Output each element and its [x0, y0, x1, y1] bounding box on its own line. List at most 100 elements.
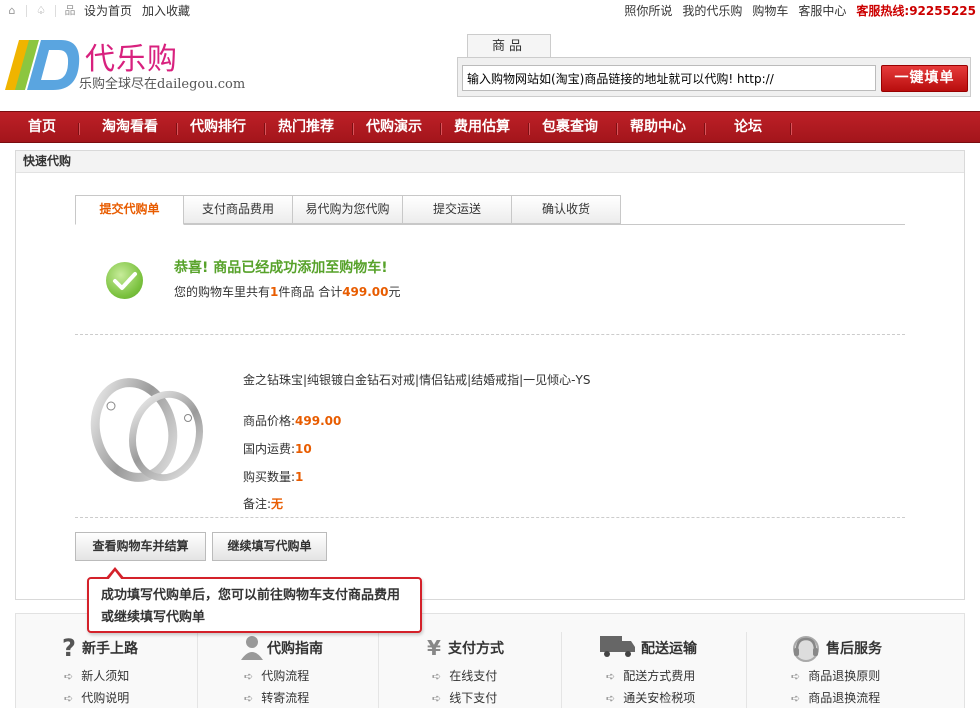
help-col-payment: ¥ 支付方式 在线支付 线下支付 — [424, 614, 604, 708]
nav-item-home[interactable]: 首页 — [28, 112, 56, 144]
divider — [197, 632, 198, 708]
divider — [75, 334, 905, 335]
search-panel: 一键填单 — [457, 57, 971, 97]
nav-item-demo[interactable]: 代购演示 — [366, 112, 422, 144]
nav-divider — [528, 123, 530, 135]
favorite-icon[interactable]: ♤ — [35, 4, 47, 17]
headset-icon — [791, 634, 821, 662]
truck-icon — [600, 634, 636, 657]
top-link-my-account[interactable]: 我的代乐购 — [682, 2, 742, 19]
help-title: 支付方式 — [448, 641, 504, 657]
help-col-aftersale: 售后服务 商品退换原则 商品退换流程 — [791, 614, 971, 708]
nav-item-ranking[interactable]: 代购排行 — [190, 112, 246, 144]
nav-divider — [616, 123, 618, 135]
yen-icon: ¥ — [424, 634, 446, 660]
step-submit-shipping[interactable]: 提交运送 — [402, 195, 512, 224]
tooltip-text: 成功填写代购单后，您可以前往购物车支付商品费用或继续填写代购单 — [101, 588, 401, 625]
add-favorite-link[interactable]: 加入收藏 — [142, 2, 190, 19]
logo-slogan: 乐购全球尽在dailegou.com — [79, 77, 246, 92]
search-box: 商品 一键填单 — [457, 34, 971, 98]
help-link[interactable]: 配送方式费用 — [606, 667, 695, 684]
divider — [26, 4, 27, 17]
top-link-service[interactable]: 客服中心 — [798, 2, 846, 19]
nav-divider — [352, 123, 354, 135]
product-price-row: 商品价格:499.00 — [243, 412, 341, 429]
help-title: 配送运输 — [641, 641, 697, 657]
step-agent-purchase[interactable]: 易代购为您代购 — [292, 195, 403, 224]
hotline-label: 客服热线: — [856, 4, 910, 18]
help-link[interactable]: 通关安检税项 — [606, 689, 695, 706]
nav-divider — [440, 123, 442, 135]
divider — [746, 632, 747, 708]
product-note-row: 备注:无 — [243, 495, 283, 512]
nav-item-help[interactable]: 帮助中心 — [630, 112, 686, 144]
nav-divider — [176, 123, 178, 135]
help-link[interactable]: 新人须知 — [64, 667, 129, 684]
note-label: 备注: — [243, 497, 272, 511]
question-icon: ? — [60, 634, 82, 662]
shipping-value: 10 — [295, 442, 312, 456]
qty-label: 购买数量: — [243, 470, 296, 484]
shipping-label: 国内运费: — [243, 442, 296, 456]
hotline: 客服热线:92255225 — [856, 2, 976, 19]
step-pay-goods[interactable]: 支付商品费用 — [183, 195, 293, 224]
step-confirm-receipt[interactable]: 确认收货 — [511, 195, 621, 224]
divider — [55, 4, 56, 17]
search-tab-goods[interactable]: 商品 — [467, 34, 551, 58]
help-title: 售后服务 — [826, 641, 882, 657]
help-link[interactable]: 线下支付 — [432, 689, 497, 706]
nav-divider — [704, 123, 706, 135]
nav-item-track[interactable]: 包裹查询 — [542, 112, 598, 144]
product-qty-row: 购买数量:1 — [243, 468, 303, 485]
top-link-shuo[interactable]: 照你所说 — [624, 2, 672, 19]
nav-divider — [790, 123, 792, 135]
help-col-shipping: 配送运输 配送方式费用 通关安检税项 — [600, 614, 780, 708]
nav-divider — [264, 123, 266, 135]
price-label: 商品价格: — [243, 414, 296, 428]
main-nav: 首页 淘淘看看 代购排行 热门推荐 代购演示 费用估算 包裹查询 帮助中心 论坛 — [0, 111, 980, 143]
logo-mark-icon — [5, 40, 80, 90]
help-link[interactable]: 代购流程 — [244, 667, 309, 684]
help-link[interactable]: 在线支付 — [432, 667, 497, 684]
nav-divider — [78, 123, 80, 135]
help-link[interactable]: 商品退换流程 — [791, 689, 880, 706]
qty-value: 1 — [295, 470, 304, 484]
help-title: 新手上路 — [82, 641, 138, 657]
nav-item-estimate[interactable]: 费用估算 — [454, 112, 510, 144]
one-click-order-button[interactable]: 一键填单 — [881, 65, 968, 92]
logo-brand: 代乐购 — [85, 42, 178, 77]
success-title: 恭喜! 商品已经成功添加至购物车! — [174, 260, 388, 276]
nav-item-forum[interactable]: 论坛 — [734, 112, 762, 144]
cart-summary-suffix: 元 — [388, 285, 401, 299]
nav-item-hot[interactable]: 热门推荐 — [278, 112, 334, 144]
product-name[interactable]: 金之钻珠宝|纯银镀白金钻石对戒|情侣钻戒|结婚戒指|一见倾心-YS — [243, 371, 590, 388]
sitemap-icon: 品 — [64, 3, 76, 17]
view-cart-checkout-button[interactable]: 查看购物车并结算 — [75, 532, 206, 561]
price-value: 499.00 — [295, 414, 342, 428]
url-input[interactable] — [462, 65, 876, 91]
home-icon[interactable]: ⌂ — [6, 4, 18, 17]
cart-summary-middle: 件商品 合计 — [278, 285, 343, 299]
set-homepage-link[interactable]: 设为首页 — [84, 2, 132, 19]
nav-item-browse[interactable]: 淘淘看看 — [102, 112, 158, 144]
divider — [75, 517, 905, 518]
note-value: 无 — [271, 497, 284, 511]
top-link-cart[interactable]: 购物车 — [752, 2, 788, 19]
help-link[interactable]: 转寄流程 — [244, 689, 309, 706]
hotline-number: 92255225 — [909, 4, 976, 18]
step-submit-order[interactable]: 提交代购单 — [75, 195, 184, 225]
panel-title: 快速代购 — [16, 151, 964, 173]
help-title: 代购指南 — [267, 641, 323, 657]
divider — [561, 632, 562, 708]
order-steps: 提交代购单 支付商品费用 易代购为您代购 提交运送 确认收货 — [75, 195, 905, 225]
cart-summary: 您的购物车里共有1件商品 合计499.00元 — [174, 283, 401, 300]
help-link[interactable]: 商品退换原则 — [791, 667, 880, 684]
continue-order-button[interactable]: 继续填写代购单 — [212, 532, 327, 561]
help-link[interactable]: 代购说明 — [64, 689, 129, 706]
cart-summary-prefix: 您的购物车里共有 — [174, 285, 271, 299]
guide-tooltip: 成功填写代购单后，您可以前往购物车支付商品费用或继续填写代购单 — [87, 567, 422, 633]
product-image[interactable] — [84, 370, 214, 490]
top-bar: ⌂ ♤ 品 设为首页 加入收藏 照你所说 我的代乐购 购物车 客服中心 客服热线… — [0, 0, 980, 20]
site-logo[interactable]: 代乐购 乐购全球尽在dailegou.com — [5, 32, 275, 92]
svg-text:¥: ¥ — [427, 636, 441, 660]
